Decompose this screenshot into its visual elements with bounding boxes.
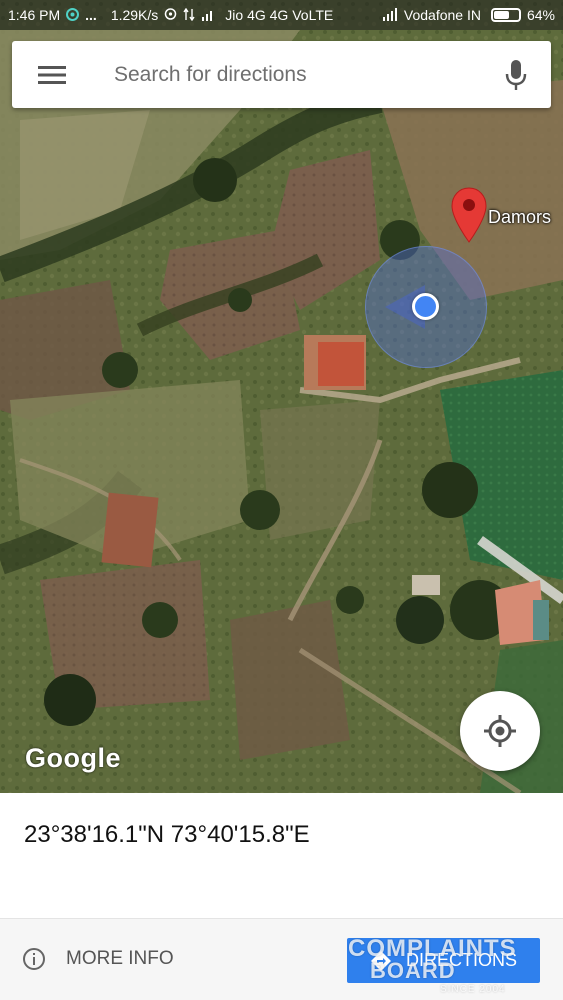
battery-icon <box>490 8 521 22</box>
more-info-button[interactable]: MORE INFO <box>22 943 174 975</box>
status-time: 1:46 PM <box>8 7 61 23</box>
directions-arrow-icon <box>370 950 391 971</box>
signal-icon-2 <box>382 7 398 23</box>
status-more: ... <box>85 7 97 23</box>
action-bar: MORE INFO DIRECTIONS COMPLAINTS BOARD SI… <box>0 918 563 1000</box>
info-icon <box>23 948 45 970</box>
crosshair-icon <box>484 715 516 747</box>
status-bar: 1:46 PM ... 1.29K/s Jio 4G 4G VoLTE Voda… <box>0 0 563 30</box>
directions-label: DIRECTIONS <box>405 950 517 970</box>
sim1-label: Jio 4G 4G VoLTE <box>225 7 334 23</box>
microphone-icon[interactable] <box>481 41 551 108</box>
search-input[interactable] <box>92 54 481 95</box>
place-sheet[interactable]: 23°38'16.1"N 73°40'15.8"E <box>0 793 563 918</box>
more-info-label: MORE INFO <box>66 948 174 969</box>
hotspot-icon <box>164 7 177 23</box>
data-arrows-icon <box>183 7 195 23</box>
directions-button[interactable]: DIRECTIONS <box>347 938 540 983</box>
map-pin-icon[interactable] <box>450 186 488 244</box>
google-logo: Google <box>25 743 121 773</box>
my-location-dot <box>412 293 439 320</box>
search-bar <box>12 41 551 108</box>
sim2-label: Vodafone IN <box>403 7 481 23</box>
signal-icon-1 <box>201 8 215 23</box>
circle-app-icon <box>66 7 80 23</box>
my-location-button[interactable] <box>460 691 540 771</box>
network-speed: 1.29K/s <box>110 7 159 23</box>
hamburger-menu-icon[interactable] <box>12 41 92 108</box>
battery-percent: 64% <box>526 7 555 23</box>
coordinates-text: 23°38'16.1"N 73°40'15.8"E <box>24 821 310 848</box>
satellite-map[interactable]: Damors Google <box>0 0 563 793</box>
pin-label: Damors <box>488 207 552 227</box>
watermark-line-3: SINCE 2004 <box>440 984 506 995</box>
satellite-imagery <box>0 0 563 793</box>
